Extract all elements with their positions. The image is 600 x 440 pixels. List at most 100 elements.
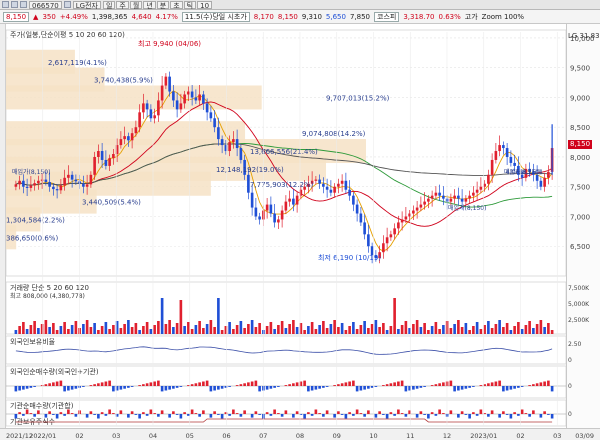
indicator2-bar — [70, 386, 74, 390]
volume-bar — [517, 322, 520, 334]
volume-bar — [25, 329, 29, 334]
search-icon[interactable] — [63, 1, 71, 8]
volume-title: 거래량 단순 5 20 60 120 — [10, 283, 89, 292]
chart-annotation: 매입가(8,150) — [12, 168, 50, 176]
candle-body — [130, 133, 134, 141]
indicator2-bar — [48, 383, 51, 386]
stock-code-field[interactable]: 066570 — [29, 0, 62, 9]
candle-body — [134, 127, 138, 134]
indicator2-bar — [472, 386, 475, 387]
candle-body — [355, 204, 359, 214]
volume-bar — [209, 320, 213, 334]
volume-bar — [175, 323, 179, 334]
indicator3-bar — [217, 414, 220, 415]
indicator3-bar — [457, 414, 460, 418]
indicator3-bar — [100, 412, 104, 414]
indicator3-bar — [449, 410, 453, 414]
indicator3-bar — [55, 414, 59, 419]
period-button[interactable]: 초 — [170, 0, 183, 9]
period-button[interactable]: 주 — [116, 0, 129, 9]
check-label[interactable]: 고가 — [465, 12, 478, 22]
candle-body — [198, 94, 201, 101]
indicator3-bar — [442, 413, 445, 414]
x-tick-label: 03 — [112, 432, 120, 440]
indicator2-bar — [104, 381, 108, 386]
period-button[interactable]: 년 — [143, 0, 156, 9]
hi-pct-value: 9,310 — [301, 12, 322, 21]
volume-bar — [134, 323, 138, 334]
zoom-label[interactable]: Zoom 100% — [482, 13, 524, 21]
candle-body — [502, 145, 505, 149]
period-button[interactable]: 월 — [129, 0, 143, 9]
candle-body — [209, 112, 213, 119]
indicator2-bar — [412, 386, 415, 390]
settings-button[interactable] — [11, 1, 18, 8]
volume-bar — [292, 320, 295, 334]
volume-bar — [487, 321, 490, 334]
candle-body — [63, 177, 66, 186]
period-button[interactable]: 10 — [197, 0, 213, 9]
open-value: 8,170 — [253, 12, 274, 21]
indicator2-bar — [198, 382, 201, 386]
indicator2-bar — [149, 382, 153, 386]
period-button[interactable]: 일 — [102, 0, 116, 9]
indicator3-bar — [487, 414, 490, 417]
volume-bar — [333, 320, 336, 334]
volume-bar — [130, 327, 134, 334]
volume-bar — [228, 322, 231, 334]
candle-body — [18, 180, 21, 185]
indicator2-bar — [385, 384, 389, 386]
volume-bar — [157, 321, 160, 334]
period-button[interactable]: 분 — [156, 0, 170, 9]
volume-bar — [513, 326, 516, 334]
indicator2-bar — [108, 380, 111, 386]
indicator2-bar — [535, 383, 539, 386]
menu-button[interactable] — [2, 1, 9, 8]
y-tick-label: 6,500 — [570, 243, 590, 251]
candle-body — [453, 195, 456, 199]
volume-bar — [52, 323, 55, 334]
candle-body — [82, 183, 85, 187]
candle-body — [397, 222, 400, 229]
volume-bar — [457, 320, 460, 334]
volume-bar — [524, 325, 528, 334]
indicator3-bar — [374, 414, 378, 418]
period-button[interactable]: 틱 — [183, 0, 197, 9]
candle-body — [52, 186, 55, 190]
volume-bar — [93, 323, 96, 334]
volume-bar — [509, 330, 513, 334]
indicator2-bar — [33, 386, 36, 387]
indicator2-bar — [164, 386, 168, 391]
indicator3-bar — [509, 414, 513, 419]
indicator3-bar — [397, 409, 400, 414]
indicator2-bar — [29, 386, 33, 388]
indicator3-bar — [382, 414, 385, 415]
y-tick-label: 7,000 — [570, 213, 590, 221]
volume-subtitle: 최고 808,000 (4,380,778) — [10, 292, 85, 300]
chart-svg[interactable]: 13,666,556(21.4%)12,148,192(19.0%)9,707,… — [6, 24, 566, 428]
indicator2-bar — [314, 386, 318, 390]
indicator3-bar — [142, 412, 145, 414]
lock-button[interactable] — [20, 1, 27, 8]
volume-bar — [318, 325, 321, 334]
indicator2-bar — [322, 386, 325, 388]
indicator3-bar — [520, 409, 524, 414]
volume-bar — [145, 322, 149, 334]
indicator3-bar — [85, 414, 89, 418]
candle-body — [175, 100, 179, 110]
candle-body — [494, 151, 498, 160]
indicator2-bar — [145, 383, 149, 386]
candle-body — [85, 184, 89, 187]
indicator2-bar — [442, 382, 445, 386]
amount-percent: 4.17% — [155, 12, 178, 21]
indicator2-bar — [359, 386, 363, 391]
volume-axis-label: 7,500K — [568, 285, 590, 292]
volume-bar — [112, 325, 115, 334]
indicator3-bar — [52, 414, 55, 415]
candle-body — [442, 195, 445, 199]
volume-profile-label: 9,074,808(14.2%) — [302, 130, 366, 138]
indicator3-bar — [547, 414, 550, 415]
volume-bar — [288, 324, 291, 334]
indicator3-bar — [498, 414, 501, 418]
indicator3-bar — [434, 414, 438, 416]
